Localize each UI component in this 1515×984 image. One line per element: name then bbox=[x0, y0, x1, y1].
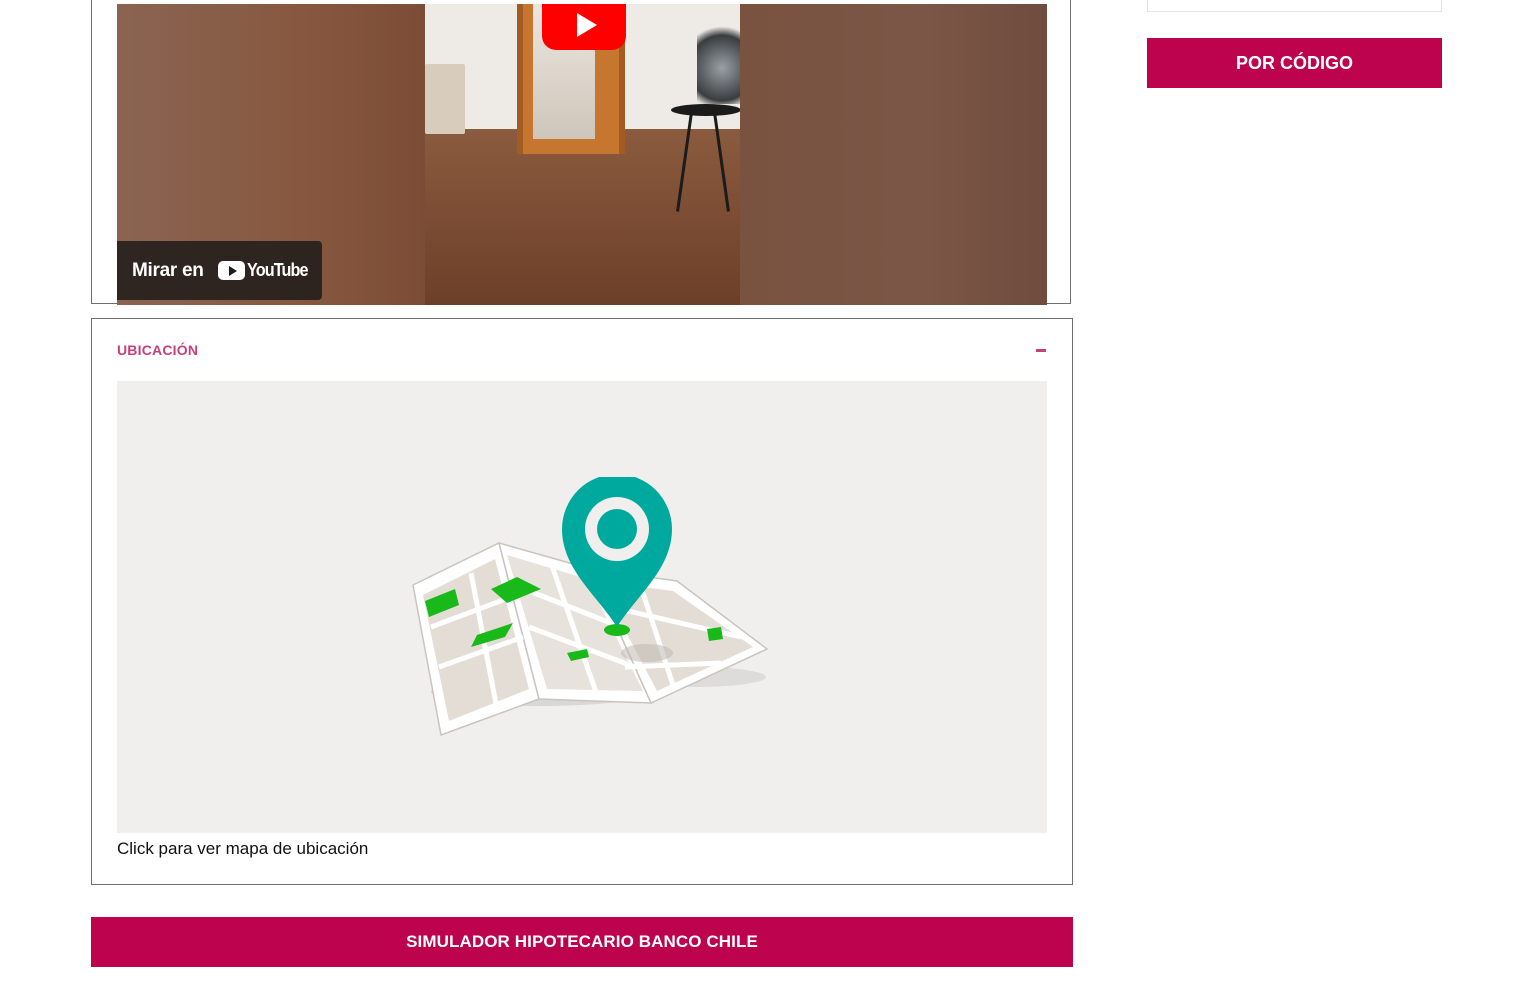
map-preview[interactable] bbox=[117, 381, 1047, 833]
watch-on-youtube-link[interactable]: Mirar en YouTube bbox=[117, 241, 322, 300]
youtube-video-embed[interactable]: Mirar en YouTube bbox=[117, 4, 1047, 305]
video-section: Mirar en YouTube bbox=[91, 0, 1071, 305]
simulador-hipotecario-button[interactable]: SIMULADOR HIPOTECARIO BANCO CHILE bbox=[91, 917, 1073, 967]
youtube-logo: YouTube bbox=[217, 260, 314, 281]
location-accordion-header[interactable]: UBICACIÓN bbox=[92, 319, 1072, 381]
minus-icon[interactable] bbox=[1036, 349, 1046, 352]
watch-on-label: Mirar en bbox=[132, 259, 204, 281]
folded-map-with-pin-icon bbox=[412, 477, 769, 737]
sidebar-search-field[interactable] bbox=[1147, 0, 1442, 12]
map-caption[interactable]: Click para ver mapa de ubicación bbox=[117, 839, 368, 859]
location-title: UBICACIÓN bbox=[117, 342, 199, 358]
por-codigo-button[interactable]: POR CÓDIGO bbox=[1147, 38, 1442, 88]
video-blur-right bbox=[740, 4, 1047, 305]
location-section: UBICACIÓN Click para ver mapa de ubicaci… bbox=[91, 318, 1073, 885]
youtube-brand-text: YouTube bbox=[246, 260, 308, 280]
property-detail-page: POR CÓDIGO Mirar en YouTube UBICACIÓN Cl… bbox=[0, 0, 1515, 984]
youtube-play-icon[interactable] bbox=[542, 4, 626, 50]
youtube-icon bbox=[217, 261, 245, 280]
